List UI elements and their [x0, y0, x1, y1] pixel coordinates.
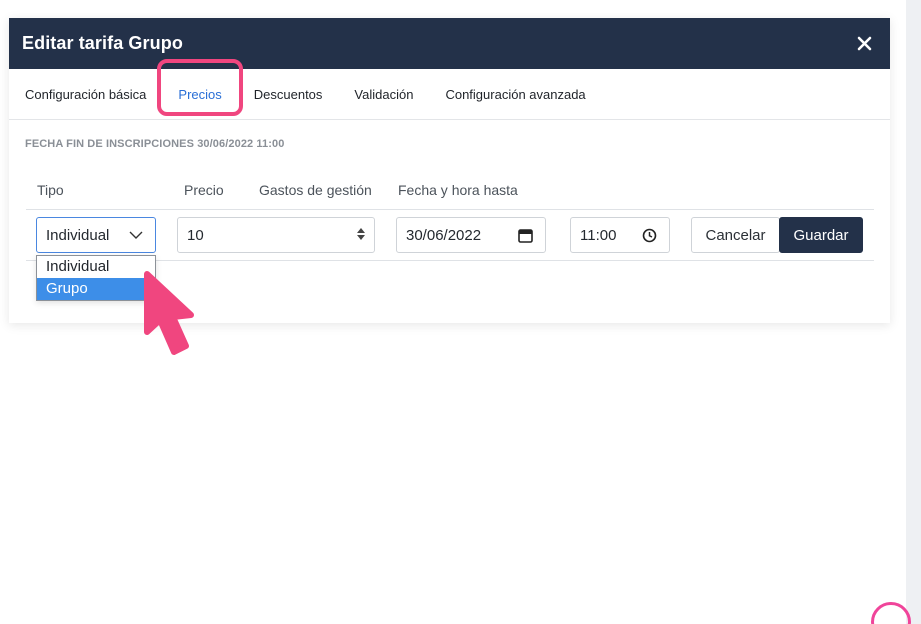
tab-highlight-box	[157, 58, 244, 116]
column-header-tipo: Tipo	[37, 182, 64, 198]
time-input-value: 11:00	[580, 226, 617, 244]
pointer-arrow-icon	[144, 271, 194, 355]
spin-up-icon	[357, 228, 365, 233]
corner-ring-decoration	[871, 602, 911, 624]
close-button[interactable]	[852, 32, 876, 56]
save-button[interactable]: Guardar	[779, 217, 863, 253]
tab-configuracion-basica[interactable]: Configuración básica	[25, 87, 146, 102]
modal-title: Editar tarifa Grupo	[22, 33, 183, 53]
registration-deadline-label: FECHA FIN DE INSCRIPCIONES 30/06/2022 11…	[25, 138, 285, 150]
tipo-select-value: Individual	[46, 226, 110, 244]
date-input-value: 30/06/2022	[406, 226, 482, 244]
cancel-button[interactable]: Cancelar	[691, 217, 780, 253]
calendar-icon[interactable]	[518, 228, 533, 243]
precio-input[interactable]: 10	[177, 217, 375, 253]
date-input[interactable]: 30/06/2022	[396, 217, 546, 253]
header-divider	[26, 209, 874, 210]
clock-icon[interactable]	[642, 228, 657, 243]
tab-configuracion-avanzada[interactable]: Configuración avanzada	[445, 87, 585, 102]
number-spinner[interactable]	[357, 228, 365, 240]
spin-down-icon	[357, 235, 365, 240]
chevron-down-icon	[129, 231, 143, 239]
close-icon	[857, 36, 871, 51]
column-header-gastos: Gastos de gestión	[259, 182, 372, 198]
tab-precios[interactable]: Precios	[157, 58, 244, 116]
time-input[interactable]: 11:00	[570, 217, 670, 253]
tab-bar: Configuración básica Precios Descuentos …	[9, 58, 890, 120]
precio-input-value: 10	[187, 226, 204, 244]
modal-header: Editar tarifa Grupo	[9, 18, 890, 69]
tab-descuentos[interactable]: Descuentos	[254, 87, 323, 102]
column-header-precio: Precio	[184, 182, 224, 198]
tipo-select[interactable]: Individual	[36, 217, 156, 253]
right-edge-strip	[906, 0, 921, 624]
tab-validacion[interactable]: Validación	[354, 87, 413, 102]
column-header-fecha: Fecha y hora hasta	[398, 182, 518, 198]
